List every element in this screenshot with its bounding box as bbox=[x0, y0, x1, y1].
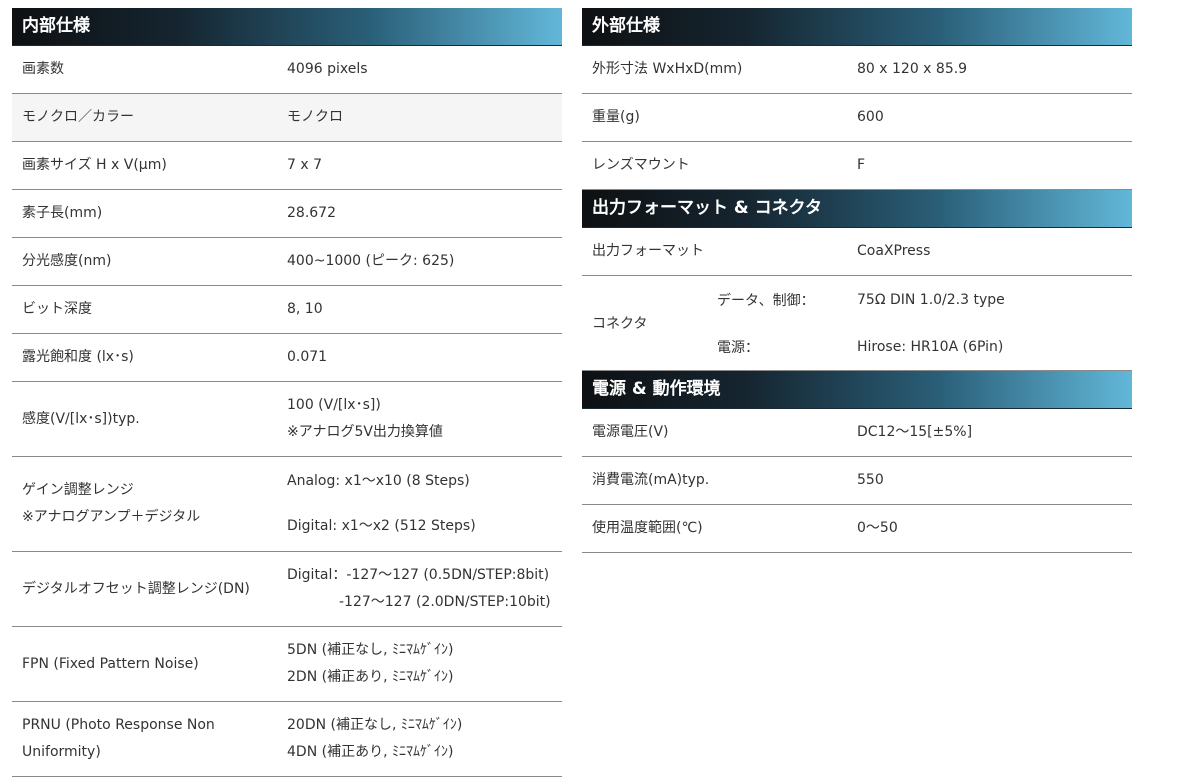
row-label: デジタルオフセット調整レンジ(DN) bbox=[22, 580, 250, 597]
row-label: レンズマウント bbox=[592, 157, 690, 173]
row-value: 20DN (補正なし, ﾐﾆﾏﾑｹﾞｲﾝ) 4DN (補正あり, ﾐﾆﾏﾑｹﾞｲ… bbox=[287, 712, 562, 766]
row-label: 画素サイズ H x V(μm) bbox=[22, 157, 167, 173]
connector-subvalue: 75Ω DIN 1.0/2.3 type bbox=[857, 291, 1005, 308]
row-value: モノクロ bbox=[287, 109, 343, 125]
value-note: ※アナログ5V出力換算値 bbox=[287, 424, 443, 440]
row-label: 重量(g) bbox=[592, 109, 640, 125]
connector-details: データ、制御： 75Ω DIN 1.0/2.3 type 電源： Hirose:… bbox=[717, 276, 1132, 370]
table-row: ビット深度 8, 10 bbox=[12, 286, 562, 334]
row-value: Analog: x1～x10 (8 Steps) Digital: x1～x2 … bbox=[287, 468, 562, 540]
table-row: レンズマウント F bbox=[582, 142, 1132, 190]
table-row: FPN (Fixed Pattern Noise) 5DN (補正なし, ﾐﾆﾏ… bbox=[12, 627, 562, 702]
row-value: Digital：-127～127 (0.5DN/STEP:8bit) -127～… bbox=[287, 562, 562, 616]
table-row: 使用温度範囲(℃) 0～50 bbox=[582, 505, 1132, 553]
row-value: 600 bbox=[857, 109, 884, 125]
row-value: 80 x 120 x 85.9 bbox=[857, 61, 968, 77]
connector-sublabel: 電源： bbox=[717, 339, 759, 356]
row-value: 0.071 bbox=[287, 349, 328, 365]
connector-subrow: データ、制御： 75Ω DIN 1.0/2.3 type bbox=[717, 276, 1132, 323]
table-row: 外形寸法 WxHxD(mm) 80 x 120 x 85.9 bbox=[582, 46, 1132, 94]
row-label: 使用温度範囲(℃) bbox=[592, 520, 703, 536]
row-label: PRNU (Photo Response Non Uniformity) bbox=[22, 717, 215, 760]
row-label: 分光感度(nm) bbox=[22, 253, 112, 269]
table-row: 素子長(mm) 28.672 bbox=[12, 190, 562, 238]
row-label: 消費電流(mA)typ. bbox=[592, 472, 710, 488]
row-label: FPN (Fixed Pattern Noise) bbox=[22, 655, 199, 672]
table-row: 露光飽和度 (lx･s) 0.071 bbox=[12, 334, 562, 382]
row-value: 7 x 7 bbox=[287, 157, 322, 173]
connector-subvalue: Hirose: HR10A (6Pin) bbox=[857, 338, 1004, 355]
row-label: 電源電圧(V) bbox=[592, 424, 669, 440]
row-label: ビット深度 bbox=[22, 301, 92, 317]
table-row: ゲイン調整レンジ ※アナログアンプ＋デジタル Analog: x1～x10 (8… bbox=[12, 457, 562, 552]
value-line: 4DN (補正あり, ﾐﾆﾏﾑｹﾞｲﾝ) bbox=[287, 744, 454, 760]
table-row: 重量(g) 600 bbox=[582, 94, 1132, 142]
row-value: 4096 pixels bbox=[287, 61, 368, 77]
internal-spec-table: 内部仕様 画素数 4096 pixels モノクロ／カラー モノクロ 画素サイズ… bbox=[12, 8, 562, 777]
row-value: 100 (V/[lx･s]) ※アナログ5V出力換算値 bbox=[287, 392, 562, 446]
table-row: 画素数 4096 pixels bbox=[12, 46, 562, 94]
value-line: Digital：-127～127 (0.5DN/STEP:8bit) bbox=[287, 567, 550, 583]
row-value: F bbox=[857, 157, 866, 173]
table-row: デジタルオフセット調整レンジ(DN) Digital：-127～127 (0.5… bbox=[12, 552, 562, 627]
row-label: 感度(V/[lx･s])typ. bbox=[22, 410, 140, 427]
value-line: 2DN (補正あり, ﾐﾆﾏﾑｹﾞｲﾝ) bbox=[287, 669, 454, 685]
table-row: 電源電圧(V) DC12～15[±5%] bbox=[582, 409, 1132, 457]
row-label: 素子長(mm) bbox=[22, 205, 103, 221]
row-value: DC12～15[±5%] bbox=[857, 424, 973, 440]
row-value: 8, 10 bbox=[287, 301, 323, 317]
row-label: 画素数 bbox=[22, 61, 64, 77]
label-note: ※アナログアンプ＋デジタル bbox=[22, 509, 201, 525]
table-row: PRNU (Photo Response Non Uniformity) 20D… bbox=[12, 702, 562, 777]
connector-label: コネクタ bbox=[592, 316, 648, 332]
row-value: 550 bbox=[857, 472, 884, 488]
value-line: Analog: x1～x10 (8 Steps) bbox=[287, 473, 470, 489]
row-label: モノクロ／カラー bbox=[22, 109, 134, 125]
value-line: Digital: x1～x2 (512 Steps) bbox=[287, 518, 476, 534]
connector-sublabel: データ、制御： bbox=[717, 292, 815, 309]
value-line: 20DN (補正なし, ﾐﾆﾏﾑｹﾞｲﾝ) bbox=[287, 717, 463, 733]
value-line: -127～127 (2.0DN/STEP:10bit) bbox=[339, 594, 551, 610]
row-value: 400~1000 (ピーク: 625) bbox=[287, 253, 455, 269]
table-row: モノクロ／カラー モノクロ bbox=[12, 94, 562, 142]
connector-subrow: 電源： Hirose: HR10A (6Pin) bbox=[717, 323, 1132, 370]
external-spec-header: 外部仕様 bbox=[582, 8, 1132, 46]
table-row: 消費電流(mA)typ. 550 bbox=[582, 457, 1132, 505]
row-value: 0～50 bbox=[857, 520, 898, 536]
row-value: 5DN (補正なし, ﾐﾆﾏﾑｹﾞｲﾝ) 2DN (補正あり, ﾐﾆﾏﾑｹﾞｲﾝ… bbox=[287, 637, 562, 691]
row-label: 外形寸法 WxHxD(mm) bbox=[592, 61, 743, 77]
value-line: 5DN (補正なし, ﾐﾆﾏﾑｹﾞｲﾝ) bbox=[287, 642, 454, 658]
table-row: 画素サイズ H x V(μm) 7 x 7 bbox=[12, 142, 562, 190]
table-row: 感度(V/[lx･s])typ. 100 (V/[lx･s]) ※アナログ5V出… bbox=[12, 382, 562, 457]
row-label: 出力フォーマット bbox=[592, 243, 704, 259]
connector-row: コネクタ データ、制御： 75Ω DIN 1.0/2.3 type 電源： Hi… bbox=[582, 276, 1132, 371]
label-line: ゲイン調整レンジ bbox=[22, 482, 134, 498]
value-line: 100 (V/[lx･s]) bbox=[287, 397, 381, 413]
table-row: 分光感度(nm) 400~1000 (ピーク: 625) bbox=[12, 238, 562, 286]
power-environment-header: 電源 & 動作環境 bbox=[582, 371, 1132, 409]
row-label: ゲイン調整レンジ ※アナログアンプ＋デジタル bbox=[12, 477, 287, 531]
row-value: CoaXPress bbox=[857, 243, 931, 259]
right-spec-column: 外部仕様 外形寸法 WxHxD(mm) 80 x 120 x 85.9 重量(g… bbox=[582, 8, 1132, 553]
internal-spec-header: 内部仕様 bbox=[12, 8, 562, 46]
table-row: 出力フォーマット CoaXPress bbox=[582, 228, 1132, 276]
row-label: 露光飽和度 (lx･s) bbox=[22, 349, 134, 365]
row-value: 28.672 bbox=[287, 205, 336, 221]
output-connector-header: 出力フォーマット & コネクタ bbox=[582, 190, 1132, 228]
